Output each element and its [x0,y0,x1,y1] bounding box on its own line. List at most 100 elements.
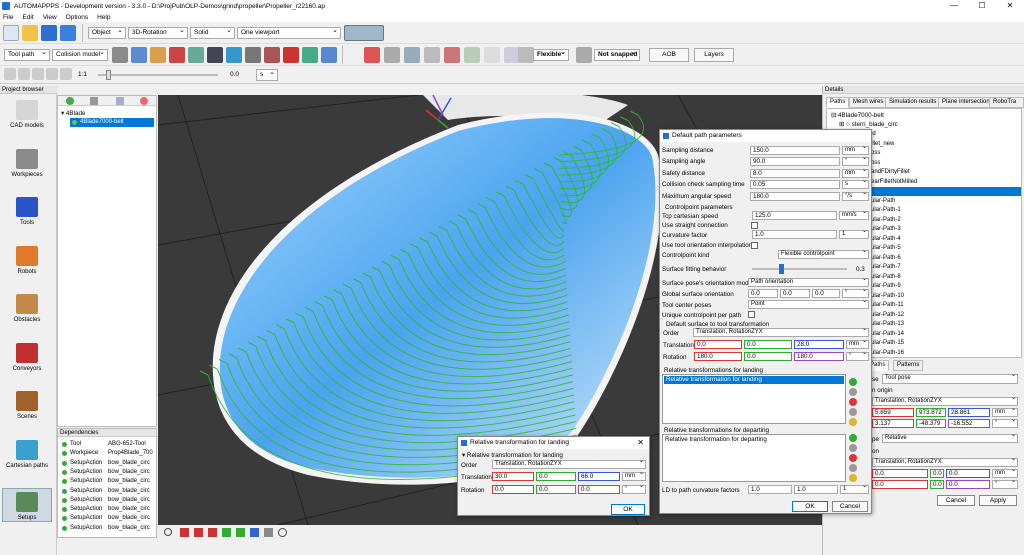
sampling-angle-unit[interactable]: ° [842,155,869,166]
menu-options[interactable]: Options [66,14,88,21]
translation-y-input[interactable]: 0.0 [744,340,792,349]
curvature-factor-1-input[interactable]: 1.0 [748,485,792,494]
path-tree-item[interactable]: ular-Path-2 [871,216,1021,225]
landing-rotation-x[interactable]: 0.0 [492,485,534,494]
collision-time-input[interactable]: 0.05 [750,180,840,189]
global-orient-z-input[interactable]: 0.0 [812,289,840,298]
path-tree-item[interactable]: oss [871,149,1021,158]
rewind-icon[interactable] [4,68,16,80]
layers-button[interactable]: Layers [694,48,734,62]
path-tree-item[interactable] [871,187,1021,196]
tool-center-poses-select[interactable]: Point [748,298,869,309]
path-tree-item[interactable]: ular-Path [871,197,1021,206]
order-select[interactable]: Translation, RotationZYX [693,326,869,337]
path-split-icon[interactable] [404,47,420,63]
rotation-x-input[interactable]: 180.0 [694,352,742,361]
save-all-icon[interactable] [60,25,76,41]
path-tree-child[interactable]: ⊞ ○ stern_blade_circ [839,121,898,128]
dependency-row[interactable]: SetupAction bow_blade_circ [60,468,156,477]
rot2-x-input[interactable]: 0.0 [872,480,928,489]
curvature-factor-2-input[interactable]: 1.0 [794,485,838,494]
object-mode-select[interactable]: Object [88,27,126,39]
order-select[interactable]: Translation, RotationZYX [872,395,1018,406]
path-tree-item[interactable]: ular-Path-5 [871,244,1021,253]
details-apply-button[interactable]: Apply [979,495,1017,506]
time-unit-select[interactable]: s [256,69,278,81]
timeline-thumb[interactable] [106,70,111,80]
collision-time-unit[interactable]: s [842,178,869,189]
nav-item-conveyors[interactable]: Conveyors [2,342,52,372]
frame-icon[interactable] [188,47,204,63]
nav-item-obstacles[interactable]: Obstacles [2,294,52,323]
workpiece-icon[interactable] [150,47,166,63]
obstacle-icon[interactable] [169,47,185,63]
record-icon[interactable] [283,47,299,63]
save-icon[interactable] [90,97,98,105]
view-front-icon[interactable] [180,528,189,537]
departing-list[interactable]: Relative transformation for departing [662,434,846,482]
translation-z-input[interactable]: 28.861 [948,408,990,417]
dependency-row[interactable]: SetupAction bow_blade_circ [60,514,156,523]
menu-help[interactable]: Help [97,14,110,21]
dependency-row[interactable]: SetupAction bow_blade_circ [60,459,156,468]
nav-item-cad-models[interactable]: CAD models [2,100,52,129]
close-icon[interactable]: ✕ [637,437,644,449]
rotation-mode-select[interactable]: 3D-Rotation [128,27,188,39]
view-iso-icon[interactable] [264,528,273,537]
path-tree-item[interactable]: illet_new [871,140,1021,149]
trans2-unit-select[interactable]: mm [992,467,1018,478]
translation-x-input[interactable]: 0.0 [694,340,742,349]
view-left-icon[interactable] [208,528,217,537]
path-tree-item[interactable]: ular-Path-7 [871,263,1021,272]
tool-icon[interactable] [131,47,147,63]
path-tree-item[interactable]: ular-Path-10 [871,292,1021,301]
menu-file[interactable]: File [3,14,13,21]
path-edit-icon[interactable] [364,47,380,63]
translation-unit-select[interactable]: mm [992,406,1018,417]
tcp-speed-unit[interactable]: mm/s [839,209,869,220]
tree-root[interactable]: ▾ 4Blade [61,110,86,117]
grid-icon[interactable] [207,47,223,63]
dependency-row[interactable]: SetupAction bow_blade_circ [60,477,156,486]
pose-select[interactable]: Tool pose [882,372,1018,384]
step-back-icon[interactable] [18,68,30,80]
open-folder-icon[interactable] [22,25,38,41]
landing-translation-unit[interactable]: mm [622,470,646,481]
rotation-y-input[interactable]: 0.0 [744,352,792,361]
camera-icon[interactable] [321,47,337,63]
path-tree-item[interactable]: ular-Path-11 [871,301,1021,310]
view-back-icon[interactable] [194,528,203,537]
landing-translation-z[interactable]: 66.0 [578,472,620,481]
nav-item-setups[interactable]: Setups [2,488,52,522]
max-angular-speed-unit[interactable]: °/s [842,190,869,201]
landing-list-item[interactable]: Relative transformation for landing [664,376,844,384]
snap-mode-icon[interactable] [576,47,592,63]
snap-select[interactable]: Not snapped [594,49,640,61]
surface-fitting-thumb[interactable] [778,264,784,274]
trans2-x-input[interactable]: 0.0 [872,469,928,478]
path-tree-item[interactable]: ular-Path-4 [871,235,1021,244]
tab-robotra[interactable]: RoboTra [989,97,1024,108]
path-tree-item[interactable]: oss [871,159,1021,168]
dependency-row[interactable]: SetupAction bow_blade_circ [60,496,156,505]
rot2-y-input[interactable]: 0.0 [930,480,944,489]
zoom-icon[interactable] [164,528,172,536]
save-icon[interactable] [41,25,57,41]
collision-model-select[interactable]: Collision model [52,49,108,61]
favorite-icon[interactable] [849,418,857,426]
path-tree-item[interactable]: ular-Path-9 [871,282,1021,291]
path-smooth-icon[interactable] [484,47,500,63]
favorite-icon[interactable] [849,474,857,482]
tab-mesh-wires[interactable]: Mesh wires [849,97,888,108]
view-bottom-icon[interactable] [250,528,259,537]
rotation-unit[interactable]: ° [846,350,869,361]
departing-list-item[interactable]: Relative transformation for departing [665,436,767,443]
rotation-y-input[interactable]: -48.379 [916,419,946,428]
path-tree-item[interactable]: ular-Path-12 [871,311,1021,320]
timeline-slider[interactable] [98,70,218,80]
type-select[interactable]: Relative [882,432,1018,443]
viewport-layout-select[interactable]: One viewport [237,27,341,39]
path-tree-item[interactable]: ular-Path-15 [871,339,1021,348]
edit-icon[interactable] [849,388,857,396]
order2-select[interactable]: Translation, RotationZYX [872,456,1018,467]
